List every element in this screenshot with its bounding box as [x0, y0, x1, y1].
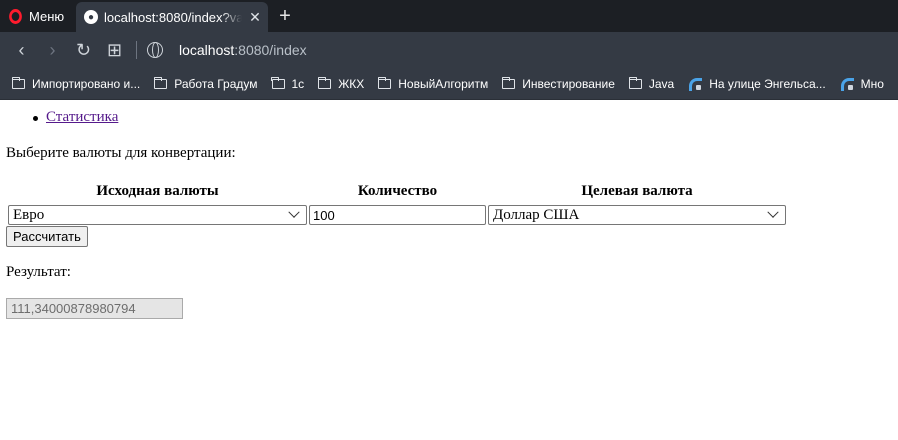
amount-header: Количество [357, 183, 438, 199]
forward-icon[interactable]: › [37, 35, 68, 65]
folder-icon [628, 76, 642, 89]
bookmark-item[interactable]: 1с [271, 76, 305, 91]
folder-icon [271, 76, 285, 89]
browser-tab-bar: Меню ● localhost:8080/index?valute ✕ + [0, 0, 898, 32]
source-currency-value: Евро [13, 206, 45, 223]
bookmark-label: Импортировано и... [32, 76, 141, 91]
folder-icon [317, 76, 332, 89]
bookmark-label: НовыйАлгоритм [398, 76, 489, 91]
url-path: :8080/index [234, 42, 307, 58]
map-pin-icon [688, 77, 703, 91]
target-currency-select[interactable]: Доллар США [488, 205, 786, 225]
bookmark-label: 1с [291, 76, 305, 91]
menu-label: Меню [29, 8, 65, 24]
amount-input[interactable] [309, 205, 486, 225]
speed-dial-icon[interactable]: ⊞ [99, 35, 130, 65]
bookmark-label: На улице Энгельса... [709, 76, 826, 91]
target-currency-header: Целевая валюта [581, 183, 693, 199]
bookmark-item[interactable]: Импортировано и... [11, 76, 141, 91]
folder-icon [501, 76, 516, 89]
bookmark-item[interactable]: Инвестирование [501, 76, 615, 91]
url-field[interactable]: localhost:8080/index [179, 42, 307, 58]
bookmark-item[interactable]: ЖКХ [317, 76, 365, 91]
conversion-table: Исходная валюты Количество Целевая валют… [6, 180, 788, 227]
result-label: Результат: [6, 264, 71, 280]
list-item: Статистика [32, 109, 118, 126]
bookmark-item[interactable]: Работа Градум [153, 76, 258, 91]
bookmark-label: Работа Градум [174, 76, 258, 91]
bookmark-item[interactable]: На улице Энгельса... [688, 76, 826, 91]
statistics-link[interactable]: Статистика [46, 109, 118, 125]
bookmark-label: Мно [860, 76, 884, 91]
map-pin-icon [840, 77, 854, 91]
bookmarks-bar: Импортировано и... Работа Градум 1с ЖКХ … [0, 68, 898, 100]
browser-tab-active[interactable]: ● localhost:8080/index?valute ✕ [76, 2, 268, 32]
back-icon[interactable]: ‹ [6, 35, 37, 65]
result-field: 111,34000878980794 [6, 298, 183, 319]
chevron-down-icon [767, 206, 779, 218]
conversion-prompt: Выберите валюты для конвертации: [6, 145, 236, 161]
new-tab-button[interactable]: + [268, 0, 302, 32]
bookmark-item[interactable]: НовыйАлгоритм [377, 76, 489, 91]
tab-close-icon[interactable]: ✕ [248, 9, 262, 26]
url-host: localhost [179, 42, 235, 58]
tab-title: localhost:8080/index?valute [104, 9, 242, 25]
bookmark-item[interactable]: Java [628, 76, 675, 91]
browser-menu-button[interactable]: Меню [0, 0, 76, 32]
globe-icon: ● [84, 10, 98, 24]
opera-logo-icon [9, 8, 22, 24]
browser-address-bar: ‹ › ↻ ⊞ localhost:8080/index [0, 32, 898, 68]
bookmark-label: ЖКХ [338, 76, 365, 91]
source-currency-header: Исходная валюты [96, 183, 219, 199]
target-currency-value: Доллар США [493, 206, 580, 223]
folder-icon [377, 76, 392, 89]
folder-icon [153, 76, 168, 89]
address-separator [136, 41, 137, 59]
site-info-icon[interactable] [147, 42, 163, 58]
bookmark-item[interactable]: Мно [840, 77, 884, 91]
reload-icon[interactable]: ↻ [68, 35, 99, 65]
bookmark-label: Инвестирование [522, 76, 615, 91]
folder-icon [11, 76, 25, 89]
bookmark-label: Java [648, 76, 675, 91]
source-currency-select[interactable]: Евро [8, 205, 307, 225]
calculate-button[interactable]: Рассчитать [6, 226, 88, 247]
chevron-down-icon [288, 206, 300, 218]
